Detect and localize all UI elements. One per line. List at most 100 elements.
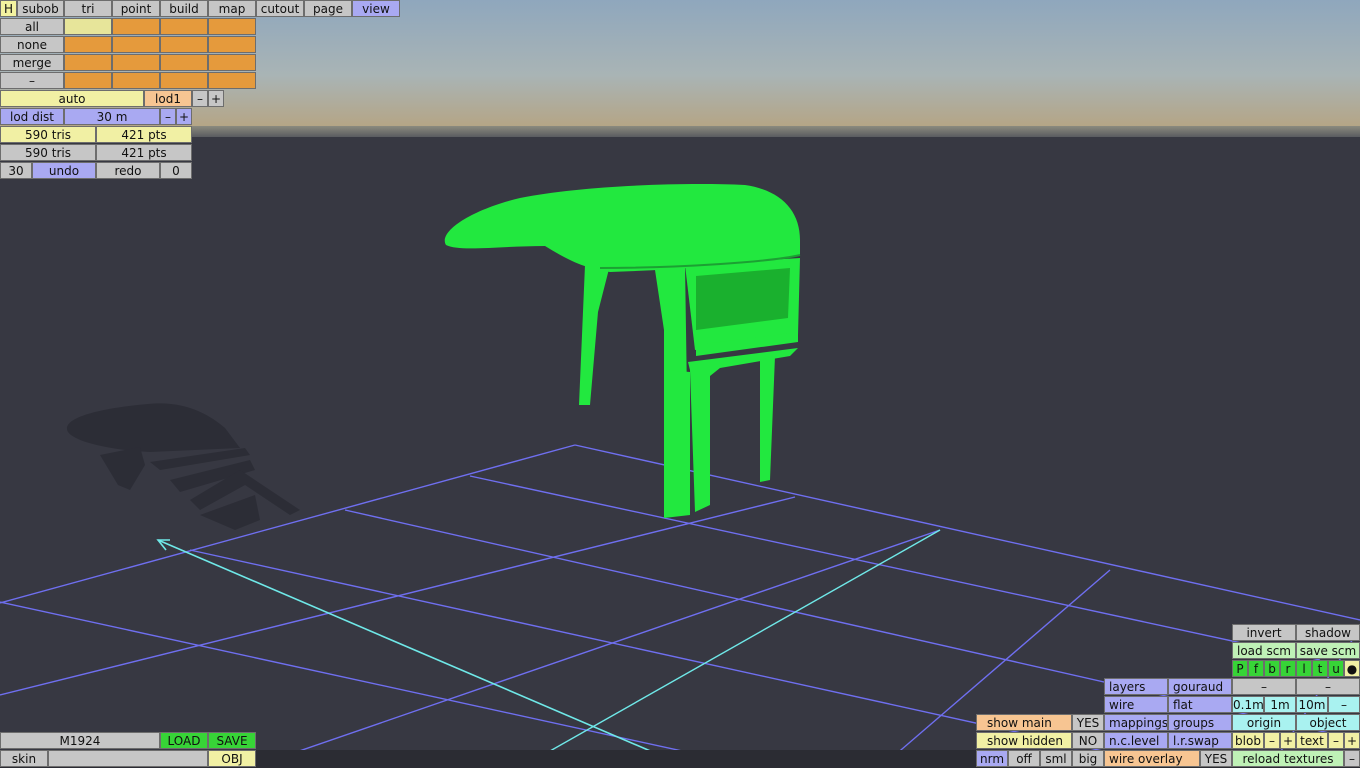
tri-count-total: 590 tris	[0, 144, 96, 161]
grid-cell[interactable]	[160, 18, 208, 35]
step-minus-button[interactable]: –	[1328, 696, 1360, 713]
minus-row-button[interactable]: –	[0, 72, 64, 89]
skin-field[interactable]	[48, 750, 208, 767]
lod-dist-plus-button[interactable]: +	[176, 108, 192, 125]
grid-cell[interactable]	[208, 54, 256, 71]
mappings-button[interactable]: mappings	[1104, 714, 1168, 731]
dot-icon[interactable]: ●	[1344, 660, 1360, 677]
tab-point[interactable]: point	[112, 0, 160, 17]
tab-map[interactable]: map	[208, 0, 256, 17]
select-none-button[interactable]: none	[0, 36, 64, 53]
save-button[interactable]: SAVE	[208, 732, 256, 749]
flat-button[interactable]: flat	[1168, 696, 1232, 713]
obj-button[interactable]: OBJ	[208, 750, 256, 767]
skin-label: skin	[0, 750, 48, 767]
step-1m-button[interactable]: 1m	[1264, 696, 1296, 713]
object-button[interactable]: object	[1296, 714, 1360, 731]
grid-cell[interactable]	[64, 36, 112, 53]
grid-cell[interactable]	[208, 72, 256, 89]
minus-b-button[interactable]: –	[1296, 678, 1360, 695]
text-button[interactable]: text	[1296, 732, 1328, 749]
show-main-value[interactable]: YES	[1072, 714, 1104, 731]
point-count: 421 pts	[96, 126, 192, 143]
show-main-button[interactable]: show main	[976, 714, 1072, 731]
reload-minus-button[interactable]: –	[1344, 750, 1360, 767]
wire-overlay-button[interactable]: wire overlay	[1104, 750, 1200, 767]
reload-textures-button[interactable]: reload textures	[1232, 750, 1344, 767]
grid-cell[interactable]	[112, 36, 160, 53]
undo-count: 30	[0, 162, 32, 179]
layers-button[interactable]: layers	[1104, 678, 1168, 695]
groups-button[interactable]: groups	[1168, 714, 1232, 731]
show-hidden-value[interactable]: NO	[1072, 732, 1104, 749]
tab-cutout[interactable]: cutout	[256, 0, 304, 17]
normals-big-button[interactable]: big	[1072, 750, 1104, 767]
lod-dist-minus-button[interactable]: –	[160, 108, 176, 125]
tab-view[interactable]: view	[352, 0, 400, 17]
grid-cell[interactable]	[112, 54, 160, 71]
blob-plus-button[interactable]: +	[1280, 732, 1296, 749]
text-plus-button[interactable]: +	[1344, 732, 1360, 749]
grid-cell[interactable]	[64, 72, 112, 89]
tab-tri[interactable]: tri	[64, 0, 112, 17]
grid-cell[interactable]	[112, 72, 160, 89]
minus-a-button[interactable]: –	[1232, 678, 1296, 695]
wire-overlay-value[interactable]: YES	[1200, 750, 1232, 767]
load-scm-button[interactable]: load scm	[1232, 642, 1296, 659]
grid-cell[interactable]	[160, 72, 208, 89]
view-perspective-button[interactable]: P	[1232, 660, 1248, 677]
tab-subob[interactable]: subob	[17, 0, 64, 17]
grid-cell[interactable]	[64, 18, 112, 35]
shadow-button[interactable]: shadow	[1296, 624, 1360, 641]
model-name-field[interactable]: M1924	[0, 732, 160, 749]
tab-page[interactable]: page	[304, 0, 352, 17]
nc-level-button[interactable]: n.c.level	[1104, 732, 1168, 749]
view-top-button[interactable]: t	[1312, 660, 1328, 677]
redo-count: 0	[160, 162, 192, 179]
view-right-button[interactable]: r	[1280, 660, 1296, 677]
lod-plus-button[interactable]: +	[208, 90, 224, 107]
view-back-button[interactable]: b	[1264, 660, 1280, 677]
normals-small-button[interactable]: sml	[1040, 750, 1072, 767]
gouraud-button[interactable]: gouraud	[1168, 678, 1232, 695]
redo-button[interactable]: redo	[96, 162, 160, 179]
grid-cell[interactable]	[64, 54, 112, 71]
load-button[interactable]: LOAD	[160, 732, 208, 749]
normals-button[interactable]: nrm	[976, 750, 1008, 767]
select-all-button[interactable]: all	[0, 18, 64, 35]
view-left-button[interactable]: l	[1296, 660, 1312, 677]
grid-cell[interactable]	[208, 18, 256, 35]
merge-button[interactable]: merge	[0, 54, 64, 71]
tab-build[interactable]: build	[160, 0, 208, 17]
undo-button[interactable]: undo	[32, 162, 96, 179]
show-hidden-button[interactable]: show hidden	[976, 732, 1072, 749]
3d-model[interactable]	[444, 184, 800, 518]
normals-off-button[interactable]: off	[1008, 750, 1040, 767]
lod-dist-value[interactable]: 30 m	[64, 108, 160, 125]
grid-cell[interactable]	[208, 36, 256, 53]
grid-cell[interactable]	[112, 18, 160, 35]
lod-dist-label: lod dist	[0, 108, 64, 125]
step-0.1m-button[interactable]: 0.1m	[1232, 696, 1264, 713]
view-under-button[interactable]: u	[1328, 660, 1344, 677]
grid-cell[interactable]	[160, 54, 208, 71]
lod-minus-button[interactable]: –	[192, 90, 208, 107]
3d-viewport[interactable]	[0, 0, 1360, 768]
point-count-total: 421 pts	[96, 144, 192, 161]
save-scm-button[interactable]: save scm	[1296, 642, 1360, 659]
grid-cell[interactable]	[160, 36, 208, 53]
origin-button[interactable]: origin	[1232, 714, 1296, 731]
model-shadow	[66, 403, 300, 530]
lod-level-button[interactable]: lod1	[144, 90, 192, 107]
blob-minus-button[interactable]: –	[1264, 732, 1280, 749]
help-button[interactable]: H	[0, 0, 17, 17]
invert-button[interactable]: invert	[1232, 624, 1296, 641]
tri-count: 590 tris	[0, 126, 96, 143]
text-minus-button[interactable]: –	[1328, 732, 1344, 749]
wire-button[interactable]: wire	[1104, 696, 1168, 713]
view-front-button[interactable]: f	[1248, 660, 1264, 677]
auto-lod-button[interactable]: auto	[0, 90, 144, 107]
lr-swap-button[interactable]: l.r.swap	[1168, 732, 1232, 749]
blob-button[interactable]: blob	[1232, 732, 1264, 749]
step-10m-button[interactable]: 10m	[1296, 696, 1328, 713]
